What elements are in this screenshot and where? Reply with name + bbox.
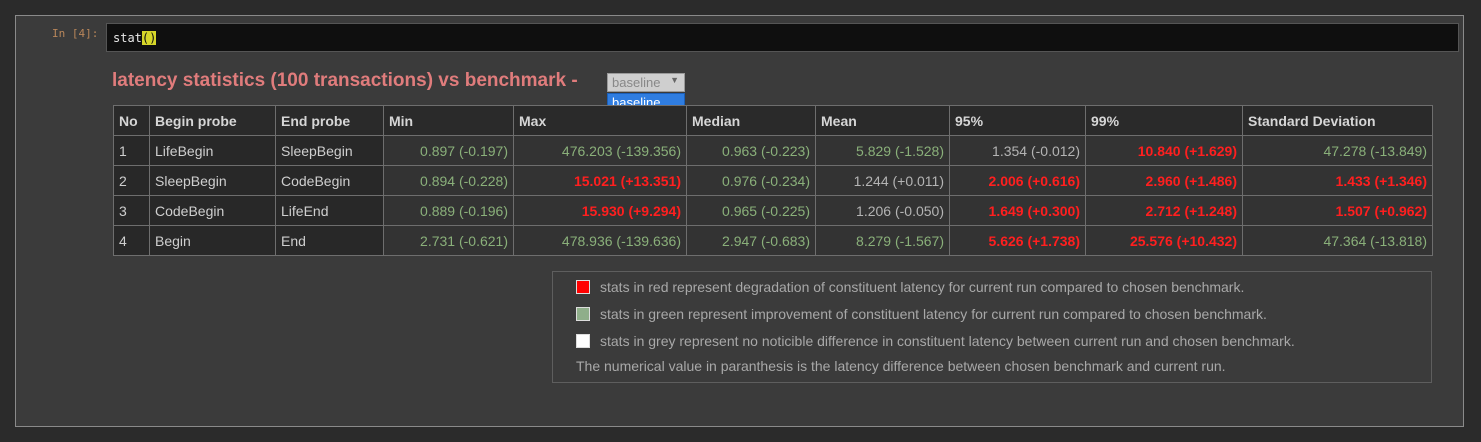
legend-box: stats in red represent degradation of co… <box>552 271 1432 383</box>
chevron-down-icon: ▼ <box>670 75 679 85</box>
cell-p99: 2.712 (+1.248) <box>1085 195 1243 226</box>
cell-no: 2 <box>113 165 150 196</box>
table-row: 3 CodeBegin LifeEnd 0.889 (-0.196) 15.93… <box>113 195 1433 226</box>
header-end-probe: End probe <box>275 105 384 136</box>
code-parens: () <box>141 31 157 45</box>
cell-max: 15.930 (+9.294) <box>513 195 687 226</box>
legend-note: The numerical value in paranthesis is th… <box>576 358 1226 374</box>
code-input[interactable]: stat() <box>106 23 1459 52</box>
header-p99: 99% <box>1085 105 1243 136</box>
header-p95: 95% <box>949 105 1086 136</box>
cell-median: 0.965 (-0.225) <box>686 195 816 226</box>
cell-std-dev: 1.433 (+1.346) <box>1242 165 1433 196</box>
cell-mean: 5.829 (-1.528) <box>815 135 950 166</box>
table-header-row: No Begin probe End probe Min Max Median … <box>113 105 1433 136</box>
cell-end-probe: CodeBegin <box>275 165 384 196</box>
cell-end-probe: End <box>275 225 384 256</box>
cell-std-dev: 47.278 (-13.849) <box>1242 135 1433 166</box>
benchmark-select-value: baseline <box>612 75 661 90</box>
cell-begin-probe: SleepBegin <box>149 165 276 196</box>
legend-red-text: stats in red represent degradation of co… <box>600 279 1245 295</box>
cell-p99: 25.576 (+10.432) <box>1085 225 1243 256</box>
cell-max: 476.203 (-139.356) <box>513 135 687 166</box>
cell-begin-probe: CodeBegin <box>149 195 276 226</box>
table-row: 4 Begin End 2.731 (-0.621) 478.936 (-139… <box>113 225 1433 256</box>
latency-stats-table: No Begin probe End probe Min Max Median … <box>113 105 1433 256</box>
legend-green-text: stats in green represent improvement of … <box>600 306 1267 322</box>
header-min: Min <box>383 105 514 136</box>
cell-max: 15.021 (+13.351) <box>513 165 687 196</box>
cell-p95: 1.649 (+0.300) <box>949 195 1086 226</box>
red-swatch <box>576 280 590 294</box>
cell-median: 2.947 (-0.683) <box>686 225 816 256</box>
cell-max: 478.936 (-139.636) <box>513 225 687 256</box>
table-row: 2 SleepBegin CodeBegin 0.894 (-0.228) 15… <box>113 165 1433 196</box>
legend-grey-text: stats in grey represent no noticible dif… <box>600 333 1295 349</box>
header-no: No <box>113 105 150 136</box>
cell-min: 0.889 (-0.196) <box>383 195 514 226</box>
header-mean: Mean <box>815 105 950 136</box>
cell-p99: 2.960 (+1.486) <box>1085 165 1243 196</box>
cell-no: 4 <box>113 225 150 256</box>
cell-p95: 1.354 (-0.012) <box>949 135 1086 166</box>
cell-no: 3 <box>113 195 150 226</box>
cell-p99: 10.840 (+1.629) <box>1085 135 1243 166</box>
cell-mean: 1.244 (+0.011) <box>815 165 950 196</box>
cell-mean: 8.279 (-1.567) <box>815 225 950 256</box>
input-prompt: In [4]: <box>52 27 99 40</box>
cell-p95: 5.626 (+1.738) <box>949 225 1086 256</box>
cell-mean: 1.206 (-0.050) <box>815 195 950 226</box>
header-begin-probe: Begin probe <box>149 105 276 136</box>
cell-min: 2.731 (-0.621) <box>383 225 514 256</box>
header-std-dev: Standard Deviation <box>1242 105 1433 136</box>
legend-red-row: stats in red represent degradation of co… <box>576 279 1244 295</box>
cell-min: 0.894 (-0.228) <box>383 165 514 196</box>
cell-min: 0.897 (-0.197) <box>383 135 514 166</box>
cell-std-dev: 1.507 (+0.962) <box>1242 195 1433 226</box>
cell-end-probe: LifeEnd <box>275 195 384 226</box>
cell-begin-probe: LifeBegin <box>149 135 276 166</box>
legend-grey-row: stats in grey represent no noticible dif… <box>576 333 1295 349</box>
cell-begin-probe: Begin <box>149 225 276 256</box>
legend-green-row: stats in green represent improvement of … <box>576 306 1267 322</box>
green-swatch <box>576 307 590 321</box>
report-title: latency statistics (100 transactions) vs… <box>112 70 578 91</box>
benchmark-select[interactable]: baseline ▼ <box>607 73 685 92</box>
cell-median: 0.963 (-0.223) <box>686 135 816 166</box>
code-text: stat <box>113 31 142 45</box>
table-row: 1 LifeBegin SleepBegin 0.897 (-0.197) 47… <box>113 135 1433 166</box>
cell-median: 0.976 (-0.234) <box>686 165 816 196</box>
cell-p95: 2.006 (+0.616) <box>949 165 1086 196</box>
cell-std-dev: 47.364 (-13.818) <box>1242 225 1433 256</box>
grey-swatch <box>576 334 590 348</box>
header-median: Median <box>686 105 816 136</box>
cell-no: 1 <box>113 135 150 166</box>
cell-end-probe: SleepBegin <box>275 135 384 166</box>
header-max: Max <box>513 105 687 136</box>
